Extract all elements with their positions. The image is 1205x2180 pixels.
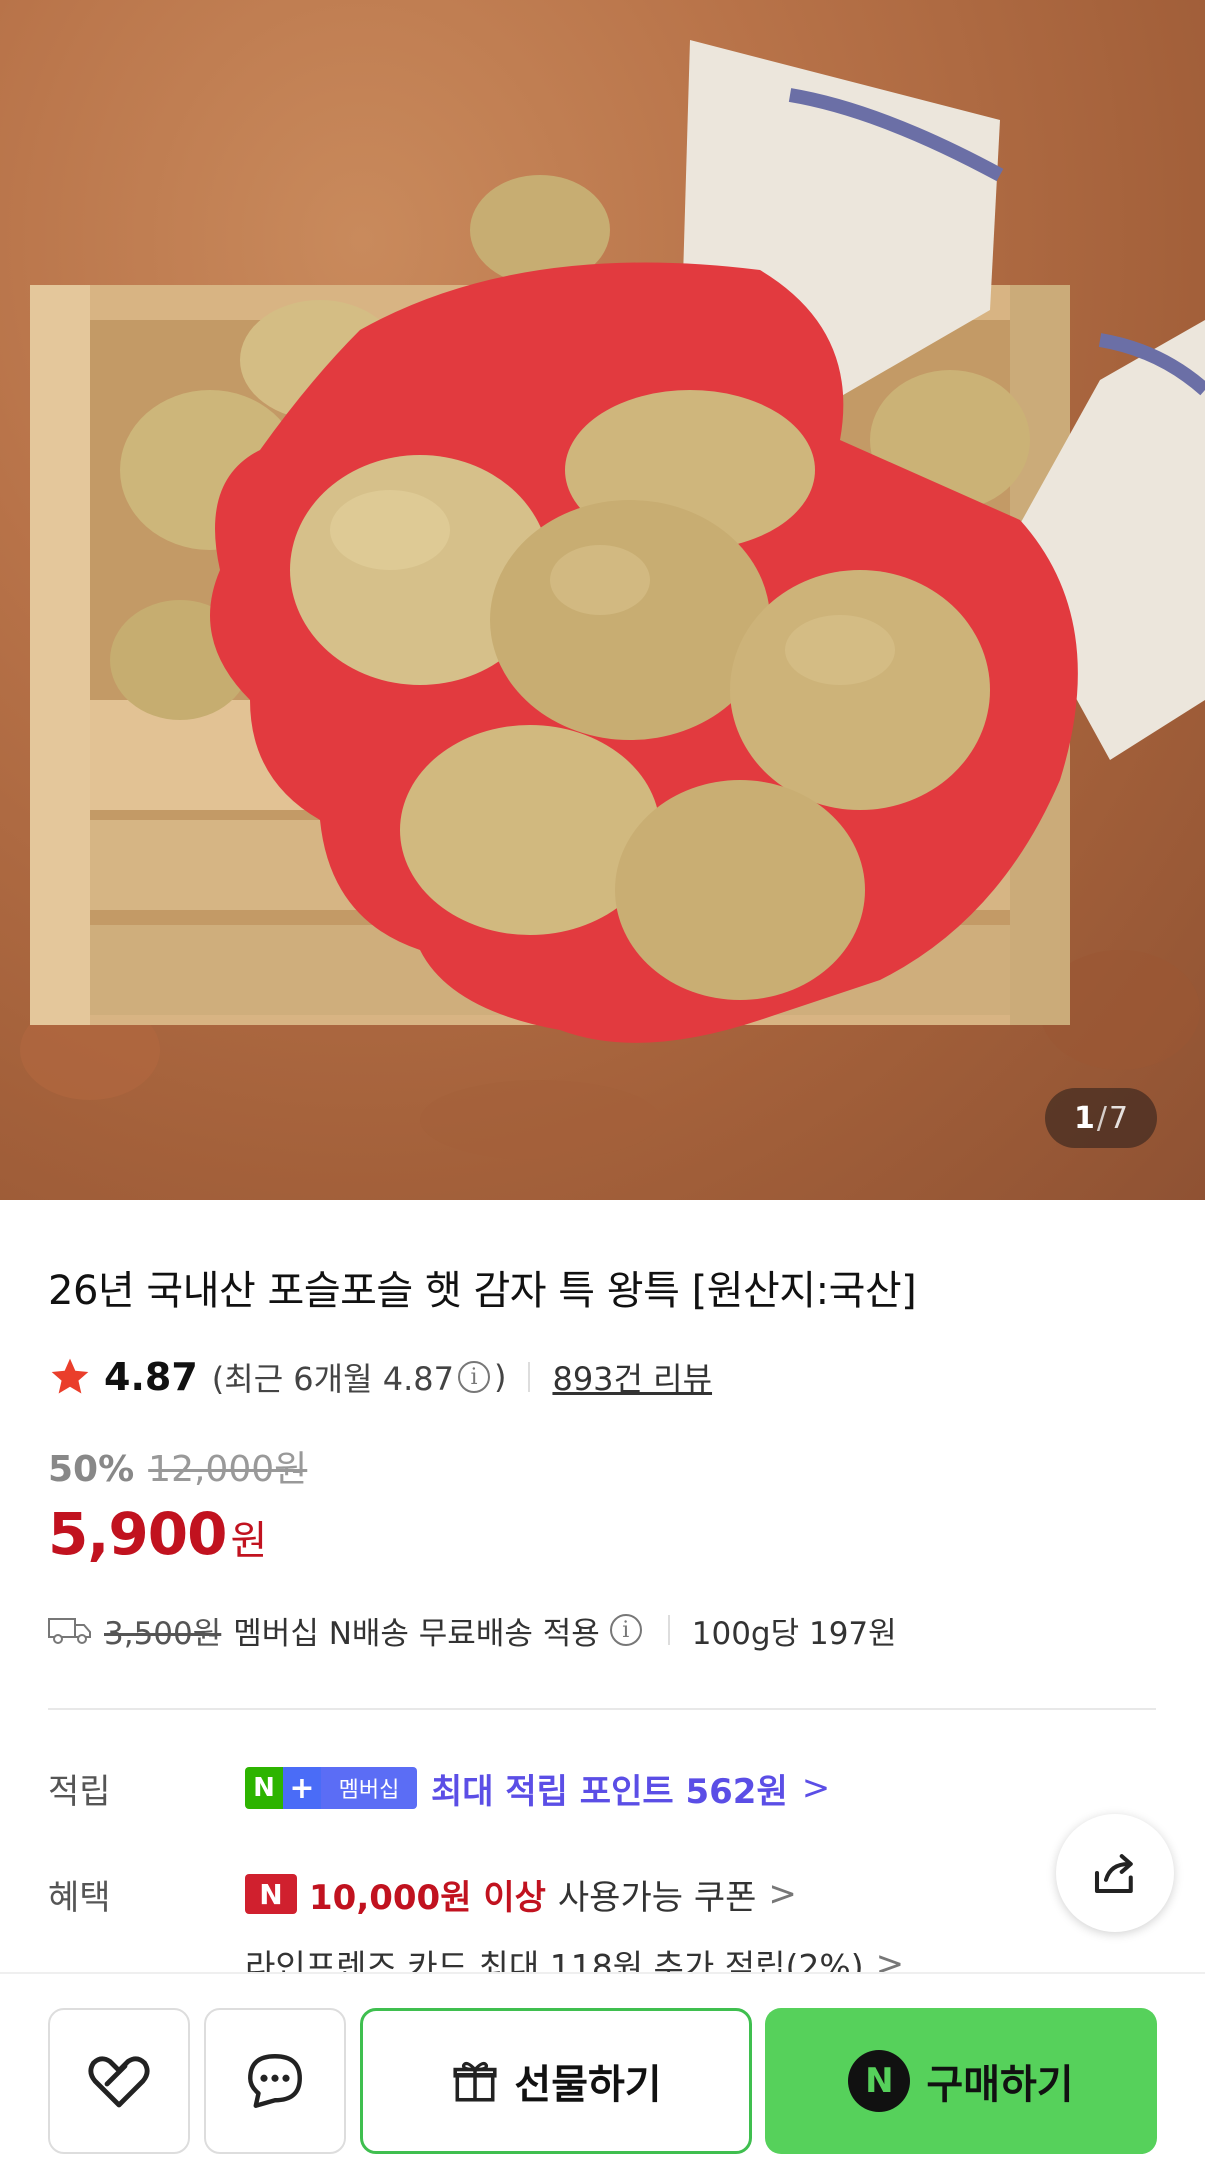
rating-value: 4.87: [104, 1355, 198, 1399]
image-counter-current: 1: [1073, 1100, 1095, 1136]
wishlist-button[interactable]: [48, 2008, 190, 2154]
benefit-label: 혜택: [48, 1878, 111, 1918]
section-divider: [48, 1708, 1156, 1710]
review-link[interactable]: 893건 리뷰: [552, 1354, 712, 1400]
rating-recent-text: (최근 6개월 4.87: [211, 1360, 454, 1398]
badge-plus: +: [283, 1767, 321, 1809]
points-label: 적립: [48, 1772, 111, 1812]
product-image[interactable]: 1 / 7: [0, 0, 1205, 1200]
rating-recent-close: ): [493, 1358, 507, 1396]
buy-button-label: 구매하기: [926, 2062, 1074, 2108]
product-title: 26년 국내산 포슬포슬 햇 감자 특 왕특 [원산지:국산]: [48, 1268, 917, 1314]
share-button[interactable]: [1056, 1814, 1174, 1932]
chevron-right-icon: >: [768, 1874, 797, 1914]
chat-button[interactable]: [204, 2008, 346, 2154]
discount-rate: 50%: [48, 1449, 135, 1490]
points-row[interactable]: N + 멤버십 최대 적립 포인트 562원 >: [245, 1762, 830, 1814]
npay-icon: N: [848, 2050, 911, 2112]
gift-button-label: 선물하기: [514, 2062, 662, 2108]
coupon-row[interactable]: N 10,000원 이상 사용가능 쿠폰 >: [245, 1868, 797, 1920]
chat-icon: [248, 2054, 302, 2108]
price-row: 5,900 원: [48, 1500, 267, 1568]
image-counter-total: 7: [1108, 1100, 1129, 1136]
chevron-right-icon: >: [801, 1768, 831, 1808]
share-icon: [1094, 1854, 1133, 1894]
divider: [528, 1362, 531, 1392]
sale-price: 5,900: [48, 1500, 227, 1568]
product-photo-illustration: [20, 40, 1205, 1160]
truck-icon: [48, 1618, 91, 1644]
image-counter: 1 / 7: [1045, 1088, 1157, 1148]
rating-recent: (최근 6개월 4.87 i ): [212, 1354, 507, 1400]
info-icon[interactable]: i: [457, 1361, 490, 1393]
image-counter-separator: /: [1096, 1100, 1107, 1136]
gift-icon: [453, 2061, 497, 2102]
shipping-info-icon[interactable]: i: [609, 1614, 642, 1646]
gift-button[interactable]: 선물하기: [360, 2008, 752, 2154]
shipping-text: 멤버십 N배송 무료배송 적용: [233, 1615, 600, 1652]
badge-membership: 멤버십: [321, 1767, 417, 1809]
price-unit: 원: [230, 1518, 268, 1564]
unit-price: 100g당 197원: [691, 1615, 897, 1652]
discount-row: 50% 12,000원: [48, 1440, 307, 1492]
divider: [667, 1615, 670, 1645]
badge-n: N: [245, 1767, 283, 1809]
heart-icon: [88, 2056, 150, 2108]
bottom-action-bar: 선물하기 N 구매하기: [0, 1972, 1205, 2180]
shipping-row: 3,500원 멤버십 N배송 무료배송 적용 i 100g당 197원: [48, 1604, 897, 1656]
original-price: 12,000원: [148, 1449, 308, 1490]
star-icon: [51, 1358, 89, 1394]
npay-membership-badge: N + 멤버십: [245, 1767, 417, 1809]
naver-coupon-icon: N: [245, 1874, 297, 1914]
coupon-amount: 10,000원 이상: [309, 1877, 546, 1918]
coupon-description: 사용가능 쿠폰: [557, 1877, 757, 1918]
max-points-text: 최대 적립 포인트 562원: [431, 1771, 788, 1812]
rating-row: 4.87 (최근 6개월 4.87 i ) 893건 리뷰: [48, 1352, 712, 1402]
buy-button[interactable]: N 구매하기: [765, 2008, 1157, 2154]
shipping-fee-original: 3,500원: [104, 1615, 222, 1652]
